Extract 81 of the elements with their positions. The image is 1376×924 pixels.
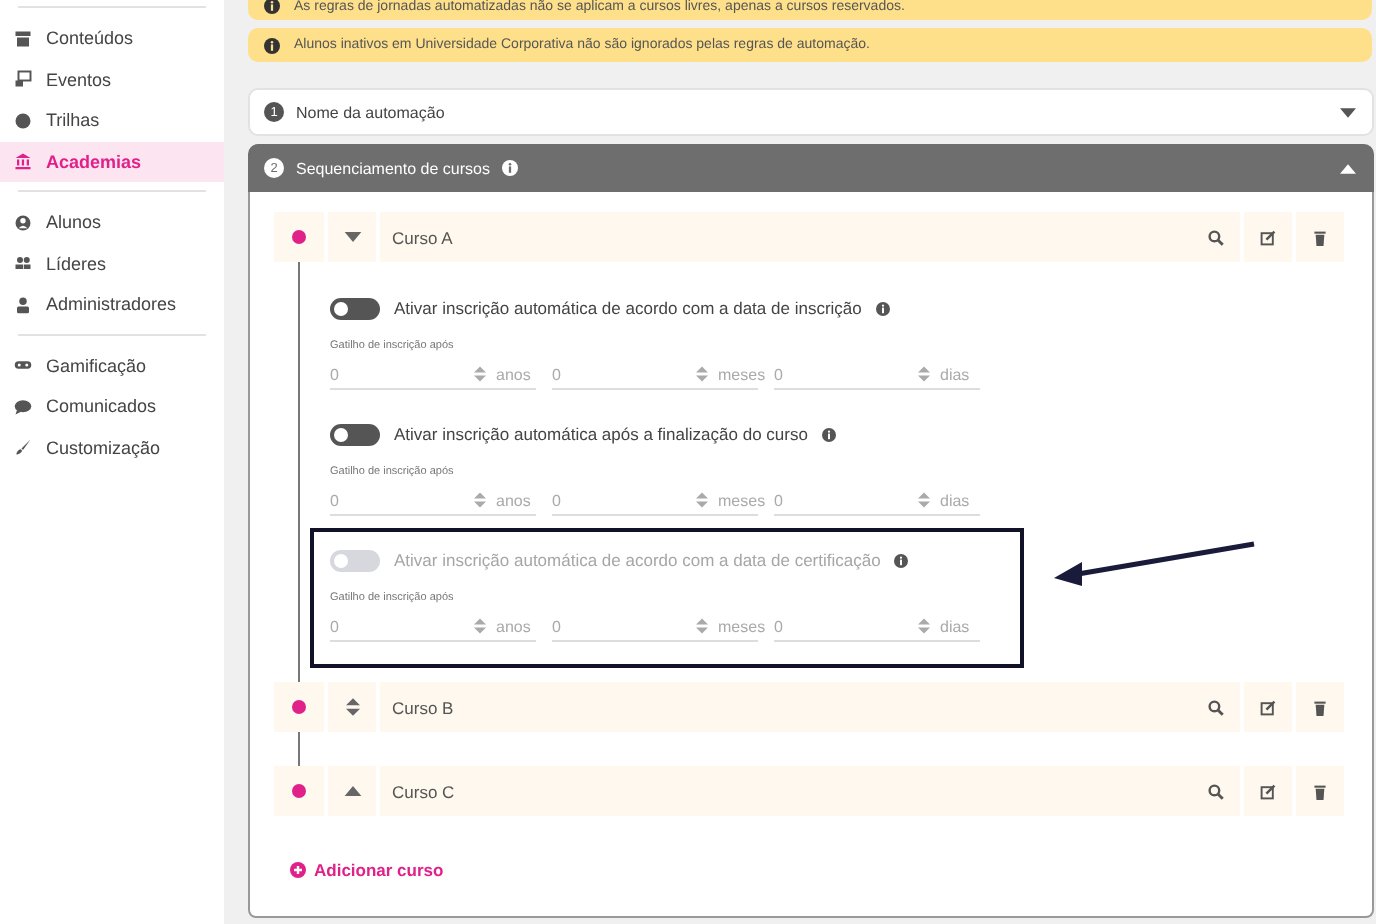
caret-icon	[343, 232, 361, 242]
spinner-icon	[696, 492, 708, 508]
sort-icon	[345, 698, 359, 716]
edit-icon	[1260, 783, 1276, 799]
field-value: 0	[330, 365, 339, 383]
edit-button[interactable]	[1244, 212, 1292, 262]
edit-icon	[1260, 699, 1276, 715]
spinner-icon	[696, 618, 708, 634]
toggle-switch[interactable]	[330, 423, 380, 445]
spinner-icon	[696, 366, 708, 382]
menu-icon	[14, 29, 32, 48]
info-icon	[875, 301, 890, 315]
unit-label: anos	[496, 617, 533, 635]
sidebar-item[interactable]: Líderes	[0, 243, 224, 284]
info-icon	[894, 553, 909, 567]
delete-button[interactable]	[1296, 212, 1344, 262]
field-value: 0	[552, 617, 561, 635]
toggle-switch[interactable]	[330, 297, 380, 319]
menu-icon	[14, 295, 32, 314]
course-name: Curso B	[392, 697, 454, 717]
unit-label: anos	[496, 491, 533, 509]
info-icon	[821, 427, 836, 441]
menu-icon	[14, 152, 32, 171]
spinner-icon	[918, 492, 930, 508]
course-name: Curso A	[392, 227, 453, 247]
search-icon	[1208, 783, 1224, 799]
sidebar-item[interactable]: Gamificação	[0, 345, 224, 386]
field-value: 0	[774, 491, 783, 509]
edit-button[interactable]	[1244, 682, 1292, 732]
unit-label: dias	[940, 617, 972, 635]
option-label: Ativar inscrição automática após a finalização do curso	[394, 424, 808, 444]
spinner-icon	[474, 492, 486, 508]
option-label: Ativar inscrição automática de acordo com a data de certificação	[394, 550, 881, 570]
info-icon	[264, 37, 280, 53]
unit-label: anos	[496, 365, 533, 383]
menu-icon	[14, 111, 32, 130]
option-label: Ativar inscrição automática de acordo com a data de inscrição	[394, 298, 862, 318]
delete-button[interactable]	[1296, 766, 1344, 816]
spinner-icon	[474, 618, 486, 634]
caret-icon	[1340, 107, 1356, 117]
field-value: 0	[552, 365, 561, 383]
sidebar-item[interactable]: Administradores	[0, 284, 224, 325]
menu-icon	[14, 70, 32, 89]
spinner-icon	[474, 366, 486, 382]
trash-icon	[1312, 783, 1328, 799]
field-value: 0	[552, 491, 561, 509]
spinner-icon	[918, 618, 930, 634]
menu-icon	[14, 356, 32, 375]
sidebar-item[interactable]: Conteúdos	[0, 18, 224, 59]
sidebar-item[interactable]: Comunicados	[0, 386, 224, 427]
unit-label: dias	[940, 365, 972, 383]
delete-button[interactable]	[1296, 682, 1344, 732]
expand-toggle[interactable]	[328, 766, 376, 816]
sidebar-item[interactable]: Trilhas	[0, 100, 224, 141]
expand-toggle[interactable]	[328, 682, 376, 732]
menu-icon	[14, 213, 32, 232]
caret-icon	[343, 786, 361, 796]
search-icon	[1208, 229, 1224, 245]
plus-icon	[290, 862, 306, 878]
field-value: 0	[330, 617, 339, 635]
course-name: Curso C	[392, 781, 455, 801]
search-icon	[1208, 699, 1224, 715]
unit-label: dias	[940, 491, 972, 509]
edit-button[interactable]	[1244, 766, 1292, 816]
expand-toggle[interactable]	[328, 212, 376, 262]
trash-icon	[1312, 699, 1328, 715]
add-course-link[interactable]: Adicionar curso	[290, 860, 444, 880]
sidebar-item[interactable]: Academias	[0, 141, 224, 182]
sidebar-item[interactable]: Alunos	[0, 202, 224, 243]
sidebar-item[interactable]: Customização	[0, 427, 224, 468]
caret-icon	[1340, 163, 1356, 173]
field-value: 0	[774, 617, 783, 635]
edit-icon	[1260, 229, 1276, 245]
spinner-icon	[918, 366, 930, 382]
menu-icon	[14, 254, 32, 273]
field-value: 0	[774, 365, 783, 383]
trash-icon	[1312, 229, 1328, 245]
field-value: 0	[330, 491, 339, 509]
sidebar-item[interactable]: Eventos	[0, 59, 224, 100]
menu-icon	[14, 397, 32, 416]
menu-icon	[14, 438, 32, 457]
